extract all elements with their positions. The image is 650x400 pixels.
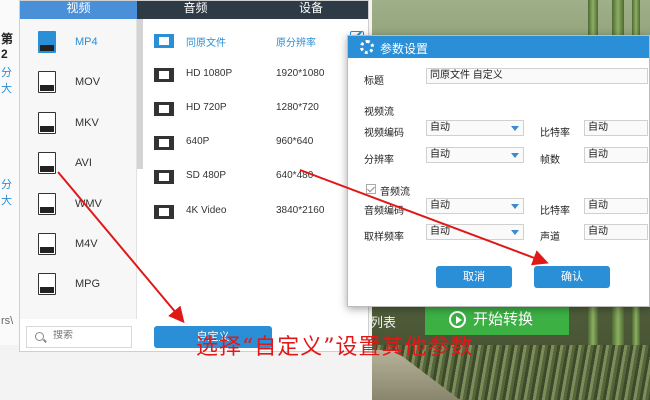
annotation-caption: 选择“自定义”设置其他参数 (196, 335, 474, 360)
arrow-to-custom (57, 171, 185, 324)
arrow-to-confirm (299, 169, 549, 266)
